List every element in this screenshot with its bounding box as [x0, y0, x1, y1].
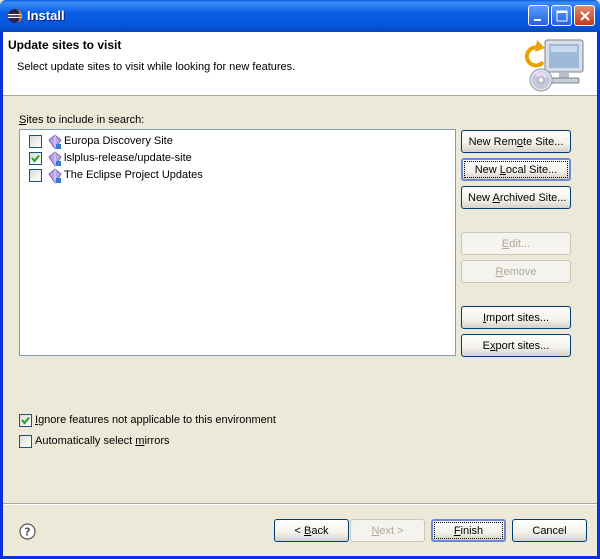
auto-select-mirrors-checkbox[interactable] — [19, 435, 32, 448]
new-remote-site-button[interactable]: New Remote Site... — [461, 130, 571, 153]
window-title: Install — [27, 8, 65, 23]
install-monitor-graphic — [524, 39, 584, 92]
close-button[interactable] — [574, 5, 595, 26]
site-checkbox-eclipse[interactable] — [29, 169, 42, 182]
ignore-features-label[interactable]: Ignore features not applicable to this e… — [35, 414, 276, 426]
update-site-icon — [48, 151, 62, 167]
site-checkbox-lslplus[interactable] — [29, 152, 42, 165]
wizard-header: Update sites to visit Select update site… — [3, 32, 597, 96]
minimize-button[interactable] — [528, 5, 549, 26]
new-archived-site-button[interactable]: New Archived Site... — [461, 186, 571, 209]
page-title: Update sites to visit — [8, 38, 122, 52]
ignore-features-checkbox[interactable] — [19, 414, 32, 427]
site-label: Europa Discovery Site — [64, 135, 173, 147]
minimize-icon — [534, 19, 541, 21]
checkmark-icon — [31, 154, 40, 163]
list-item[interactable]: lslplus-release/update-site — [20, 151, 455, 167]
svg-text:?: ? — [24, 526, 30, 539]
update-site-icon — [48, 134, 62, 150]
import-sites-button[interactable]: Import sites... — [461, 306, 571, 329]
remove-button[interactable]: Remove — [461, 260, 571, 283]
close-icon — [580, 11, 590, 21]
site-checkbox-europa[interactable] — [29, 135, 42, 148]
footer-separator — [3, 503, 597, 505]
page-description: Select update sites to visit while looki… — [17, 61, 296, 73]
cancel-button[interactable]: Cancel — [512, 519, 587, 542]
maximize-icon — [556, 10, 568, 22]
checkmark-icon — [21, 416, 30, 425]
update-site-icon — [48, 168, 62, 184]
list-item[interactable]: The Eclipse Project Updates — [20, 168, 455, 184]
site-label: The Eclipse Project Updates — [64, 169, 203, 181]
title-bar[interactable]: Install — [0, 0, 600, 32]
export-sites-button[interactable]: Export sites... — [461, 334, 571, 357]
auto-select-mirrors-label[interactable]: Automatically select mirrors — [35, 435, 170, 447]
new-local-site-button[interactable]: New Local Site... — [461, 158, 571, 181]
help-icon[interactable]: ? — [19, 523, 36, 540]
back-button[interactable]: < Back — [274, 519, 349, 542]
sites-label: Sites to include in search: — [19, 114, 145, 126]
install-dialog: Install Update sites to visit Select upd… — [0, 0, 600, 559]
sites-list[interactable]: Europa Discovery Site lslplus-release/up… — [19, 129, 456, 356]
list-item[interactable]: Europa Discovery Site — [20, 134, 455, 150]
finish-button[interactable]: Finish — [431, 519, 506, 542]
eclipse-icon — [8, 9, 22, 23]
maximize-button[interactable] — [551, 5, 572, 26]
edit-button[interactable]: Edit... — [461, 232, 571, 255]
site-label: lslplus-release/update-site — [64, 152, 192, 164]
next-button[interactable]: Next > — [350, 519, 425, 542]
